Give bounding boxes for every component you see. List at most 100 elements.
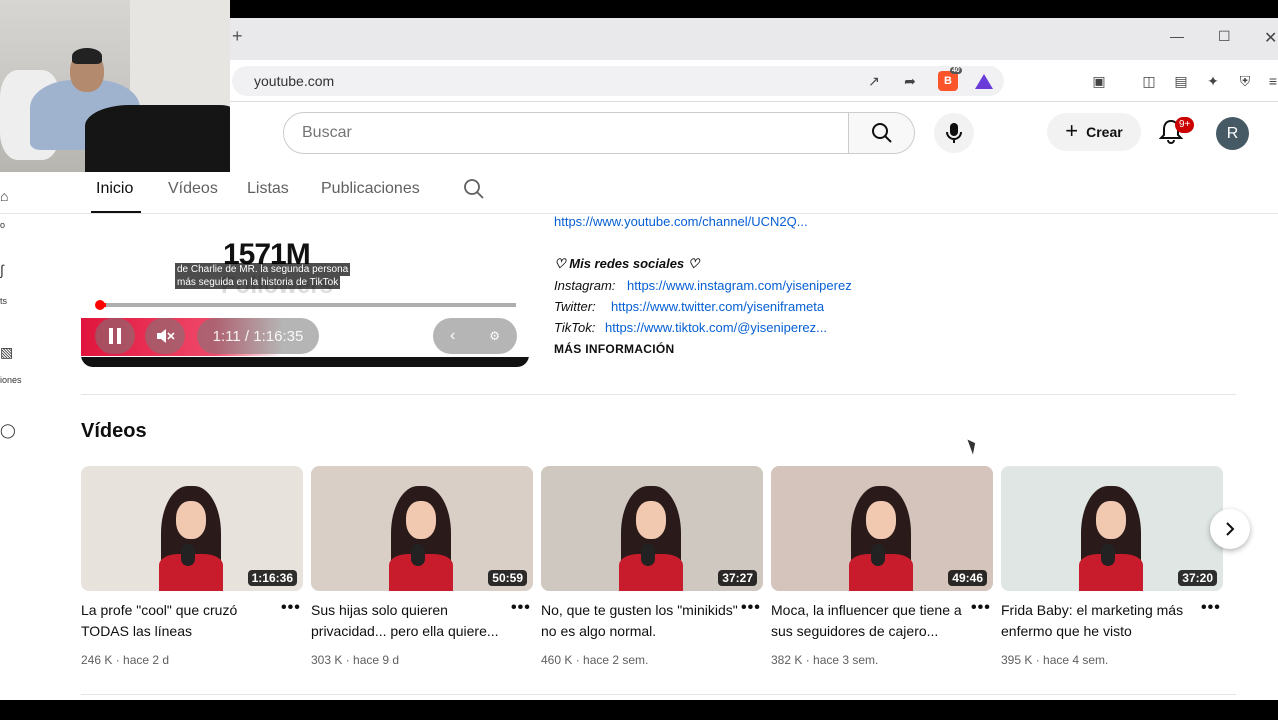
muted-volume-icon: [157, 329, 175, 343]
url-text: youtube.com: [254, 73, 335, 89]
url-field[interactable]: youtube.com ↗ ➦ B 40: [232, 66, 1004, 96]
video-thumbnail[interactable]: 37:20: [1001, 466, 1223, 591]
bottom-divider: [81, 694, 1236, 695]
caption-line-2: más seguida en la historia de TikTok: [175, 276, 341, 289]
channel-link[interactable]: https://www.youtube.com/channel/UCN2Q...: [554, 214, 808, 229]
new-tab-button[interactable]: +: [232, 26, 243, 47]
minimize-icon[interactable]: —: [1170, 28, 1184, 44]
thumbnail-face: [636, 501, 666, 539]
video-thumbnail[interactable]: 49:46: [771, 466, 993, 591]
socials-heading: ♡ Mis redes sociales ♡: [554, 256, 700, 271]
tiktok-link[interactable]: https://www.tiktok.com/@yiseniperez...: [605, 320, 827, 335]
webcam-overlay: [0, 0, 230, 172]
brave-badge: 40: [950, 67, 962, 74]
chevron-right-icon: [1226, 522, 1235, 536]
more-actions-icon[interactable]: •••: [741, 599, 761, 617]
video-meta: 460 K · hace 2 sem.: [541, 653, 649, 667]
avatar[interactable]: R: [1216, 117, 1249, 150]
active-tab-underline: [91, 211, 141, 213]
vpn-shield-icon[interactable]: ⛨: [1236, 72, 1254, 90]
wallet-icon[interactable]: ▤: [1172, 72, 1190, 90]
video-title[interactable]: No, que te gusten los "minikids" no es a…: [541, 600, 739, 642]
progress-bar[interactable]: [100, 303, 516, 307]
shelf-next-button[interactable]: [1210, 509, 1250, 549]
webcam-wall: [130, 0, 230, 110]
settings-hd-icon[interactable]: ⚙: [489, 329, 500, 343]
featured-video-player[interactable]: 1571M Followers de Charlie de MR. la seg…: [81, 214, 529, 367]
more-actions-icon[interactable]: •••: [511, 599, 531, 617]
thumbnail-face: [406, 501, 436, 539]
search-placeholder: Buscar: [302, 124, 352, 141]
thumbnail-mic: [411, 544, 425, 566]
video-card[interactable]: 37:20 Frida Baby: el marketing más enferm…: [1001, 466, 1223, 667]
plus-icon: +: [1065, 118, 1079, 143]
maximize-icon[interactable]: ☐: [1218, 28, 1231, 45]
twitter-link[interactable]: https://www.twitter.com/yiseniframeta: [611, 299, 824, 314]
player-bottom: [81, 357, 529, 367]
videos-section-title[interactable]: Vídeos: [81, 420, 147, 443]
video-duration: 37:20: [1178, 570, 1217, 586]
tab-inicio[interactable]: Inicio: [96, 180, 133, 198]
microphone-icon: [946, 123, 962, 143]
progress-scrubber[interactable]: [95, 300, 105, 310]
video-title[interactable]: La profe "cool" que cruzó TODAS las líne…: [81, 600, 279, 642]
video-title[interactable]: Frida Baby: el marketing más enfermo que…: [1001, 600, 1199, 642]
instagram-link[interactable]: https://www.instagram.com/yiseniperez: [627, 278, 852, 293]
video-card[interactable]: 1:16:36 La profe "cool" que cruzó TODAS l…: [81, 466, 303, 667]
video-card[interactable]: 50:59 Sus hijas solo quieren privacidad..…: [311, 466, 533, 667]
section-divider: [81, 394, 1236, 395]
menu-icon[interactable]: ≡: [1264, 72, 1278, 90]
search-input[interactable]: Buscar: [283, 112, 849, 154]
open-external-icon[interactable]: ↗: [864, 71, 884, 91]
sidebar-label-subscriptions: iones: [0, 375, 22, 385]
video-duration: 49:46: [948, 570, 987, 586]
video-thumbnail[interactable]: 1:16:36: [81, 466, 303, 591]
pause-icon: [109, 328, 121, 344]
notifications-badge: 9+: [1175, 117, 1195, 133]
share-icon[interactable]: ➦: [900, 71, 920, 91]
video-duration: 50:59: [488, 570, 527, 586]
video-card[interactable]: 37:27 No, que te gusten los "minikids" no…: [541, 466, 763, 667]
caption-line-1: de Charlie de MR. la segunda persona: [175, 263, 351, 276]
video-thumbnail[interactable]: 50:59: [311, 466, 533, 591]
reader-icon[interactable]: ▣: [1090, 72, 1108, 90]
sidebar-icon[interactable]: ◫: [1140, 72, 1158, 90]
search-button[interactable]: [849, 112, 915, 154]
create-button[interactable]: + Crear: [1047, 113, 1141, 151]
video-thumbnail[interactable]: 37:27: [541, 466, 763, 591]
player-right-controls: ‹ ⚙: [433, 318, 517, 354]
more-actions-icon[interactable]: •••: [1201, 599, 1221, 617]
more-actions-icon[interactable]: •••: [971, 599, 991, 617]
brave-rewards-icon[interactable]: [974, 71, 994, 91]
voice-search-button[interactable]: [934, 113, 974, 153]
leo-ai-icon[interactable]: ✦: [1204, 72, 1222, 90]
thumbnail-face: [176, 501, 206, 539]
channel-search-icon[interactable]: [462, 177, 486, 201]
video-meta: 395 K · hace 4 sem.: [1001, 653, 1109, 667]
twitter-label: Twitter:: [554, 299, 596, 314]
thumbnail-face: [866, 501, 896, 539]
mute-button[interactable]: [145, 318, 185, 354]
sidebar-label-home: o: [0, 220, 6, 230]
tab-listas[interactable]: Listas: [247, 180, 289, 198]
more-actions-icon[interactable]: •••: [281, 599, 301, 617]
chevron-left-icon[interactable]: ‹: [450, 327, 455, 345]
pause-button[interactable]: [95, 318, 135, 354]
close-icon[interactable]: ✕: [1264, 28, 1277, 48]
you-icon: ◯: [0, 422, 16, 438]
instagram-label: Instagram:: [554, 278, 616, 293]
home-icon: ⌂: [0, 188, 9, 204]
tab-videos[interactable]: Vídeos: [168, 180, 218, 198]
video-card[interactable]: 49:46 Moca, la influencer que tiene a sus…: [771, 466, 993, 667]
brave-shields-icon[interactable]: B 40: [938, 67, 962, 91]
thumbnail-mic: [871, 544, 885, 566]
time-text: 1:11 / 1:16:35: [212, 327, 304, 345]
more-info-button[interactable]: MÁS INFORMACIÓN: [554, 342, 675, 356]
search-icon: [871, 123, 892, 143]
video-title[interactable]: Moca, la influencer que tiene a sus segu…: [771, 600, 969, 642]
video-title[interactable]: Sus hijas solo quieren privacidad... per…: [311, 600, 509, 642]
tab-publicaciones[interactable]: Publicaciones: [321, 180, 420, 198]
video-meta: 382 K · hace 3 sem.: [771, 653, 879, 667]
time-display: 1:11 / 1:16:35: [197, 318, 319, 354]
video-duration: 1:16:36: [247, 570, 297, 586]
